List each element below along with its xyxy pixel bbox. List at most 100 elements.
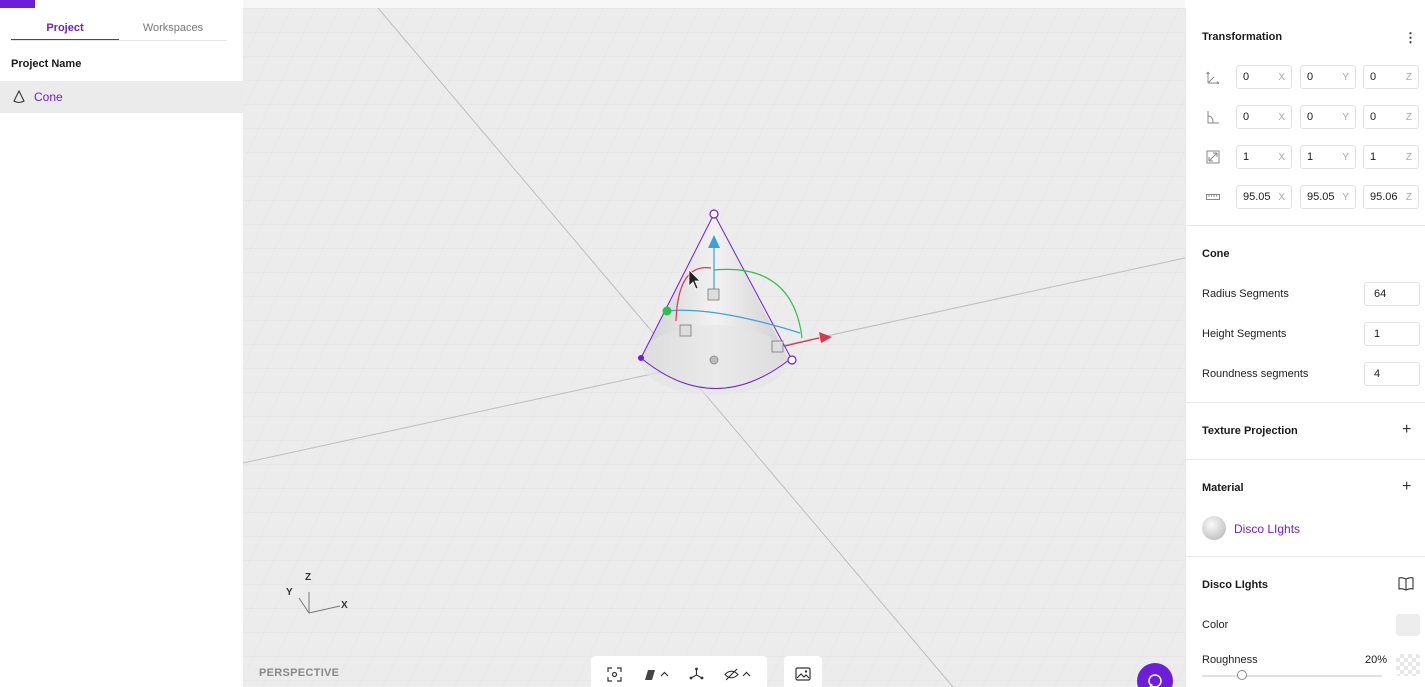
gizmo-icon [689,667,704,679]
focus-button[interactable] [607,666,622,682]
field-value: 0 [1370,111,1377,123]
divider [1186,225,1425,226]
scale-y-field[interactable]: 1Y [1300,145,1356,169]
scene-canvas[interactable] [243,8,1185,687]
axis-label-x: X [341,600,348,611]
shading-dropdown[interactable] [642,667,669,682]
left-panel: Project Workspaces Project Name Cone [0,0,243,687]
rotation-z-field[interactable]: 0Z [1363,105,1419,129]
divider [1186,459,1425,460]
3d-viewport[interactable]: Z Y X PERSPECTIVE [243,8,1185,687]
panel-tabs: Project Workspaces [11,18,227,41]
scale-z-field[interactable]: 1Z [1363,145,1419,169]
field-value: 95.05 [1243,191,1271,203]
render-image-button[interactable] [784,656,822,687]
tab-workspaces[interactable]: Workspaces [119,18,227,40]
list-item-cone[interactable]: Cone [0,81,243,113]
axis-tag: Z [1405,111,1412,123]
more-options-icon[interactable]: ⋮ [1404,30,1417,46]
camera-mode-label: PERSPECTIVE [259,667,340,679]
tab-project[interactable]: Project [11,18,119,40]
axis-tag: Z [1405,71,1412,83]
axis-tag: Y [1342,191,1349,203]
viewport-topbar [243,0,1185,8]
field-value: 1 [1307,151,1314,163]
focus-icon [607,666,622,682]
cone-section-title: Cone [1202,248,1230,260]
color-swatch[interactable] [1396,614,1420,636]
field-value: 0 [1370,71,1377,83]
roundness-segments-label: Roundness segments [1202,368,1309,380]
dimension-x-field[interactable]: 95.05 X [1236,185,1292,209]
gizmo-button[interactable] [689,667,704,682]
axis-label-y: Y [286,587,293,598]
divider [1186,402,1425,403]
height-segments-input[interactable]: 1 [1364,322,1420,346]
rotation-y-field[interactable]: 0Y [1300,105,1356,129]
roughness-label: Roughness [1202,654,1258,666]
color-label: Color [1202,619,1229,631]
add-material-icon[interactable]: + [1402,479,1411,495]
field-value: 1 [1243,151,1250,163]
chevron-up-icon [742,671,751,676]
dimension-z-field[interactable]: 95.06 Z [1363,185,1419,209]
shading-icon [645,669,655,680]
field-value: 0 [1307,111,1314,123]
field-value: 95.05 [1307,191,1335,203]
scale-x-field[interactable]: 1X [1236,145,1292,169]
list-item-label: Cone [34,90,63,104]
rotation-icon [1207,111,1219,124]
brand-strip [0,0,35,8]
material-link[interactable]: Disco LIghts [1234,522,1300,536]
cone-icon [13,90,25,104]
chevron-up-icon [660,671,669,676]
field-value: 95.06 [1370,191,1398,203]
field-value: 0 [1307,71,1314,83]
radius-segments-input[interactable]: 64 [1364,282,1420,306]
roughness-value: 20% [1365,654,1388,666]
scale-icon [1206,150,1220,164]
material-title: Material [1202,482,1244,494]
viewport-toolbar [591,656,767,687]
radius-segments-label: Radius Segments [1202,288,1289,300]
visibility-dropdown[interactable] [724,667,751,682]
axis-tag: X [1278,111,1285,123]
divider [1186,556,1425,557]
project-name-heading: Project Name [11,58,82,70]
roughness-texture-slot[interactable] [1396,654,1420,676]
field-value: 0 [1243,111,1250,123]
material-preview[interactable] [1202,516,1226,540]
texture-projection-title: Texture Projection [1202,425,1298,437]
axis-tag: X [1278,191,1285,203]
dimensions-icon [1206,194,1220,200]
position-y-field[interactable]: 0Y [1300,65,1356,89]
axis-tag: X [1278,71,1285,83]
field-value: 0 [1243,71,1250,83]
axis-tag: Z [1405,151,1412,163]
material-settings-title: Disco LIghts [1202,579,1269,591]
add-texture-projection-icon[interactable]: + [1402,422,1411,438]
axis-tag: Y [1342,71,1349,83]
axis-tag: Y [1342,151,1349,163]
dimension-y-field[interactable]: 95.05 Y [1300,185,1356,209]
position-icon [1206,71,1220,84]
axis-tag: Z [1405,191,1412,203]
position-x-field[interactable]: 0X [1236,65,1292,89]
axis-tag: X [1278,151,1285,163]
book-icon[interactable] [1398,577,1414,591]
roughness-slider-handle[interactable] [1237,670,1247,680]
axis-tag: Y [1342,111,1349,123]
position-z-field[interactable]: 0Z [1363,65,1419,89]
visibility-icon [724,668,739,680]
field-value: 1 [1370,151,1377,163]
right-topbar [1185,0,1425,8]
chat-icon [1148,674,1162,687]
roundness-segments-input[interactable]: 4 [1364,362,1420,386]
properties-panel: Transformation ⋮ 0X 0Y 0Z 0X 0Y 0Z 1X 1Y… [1185,8,1425,687]
roughness-slider[interactable] [1202,675,1382,677]
image-icon [795,667,811,681]
transformation-title: Transformation [1202,31,1283,43]
height-segments-label: Height Segments [1202,328,1287,340]
axis-label-z: Z [305,572,312,583]
rotation-x-field[interactable]: 0X [1236,105,1292,129]
